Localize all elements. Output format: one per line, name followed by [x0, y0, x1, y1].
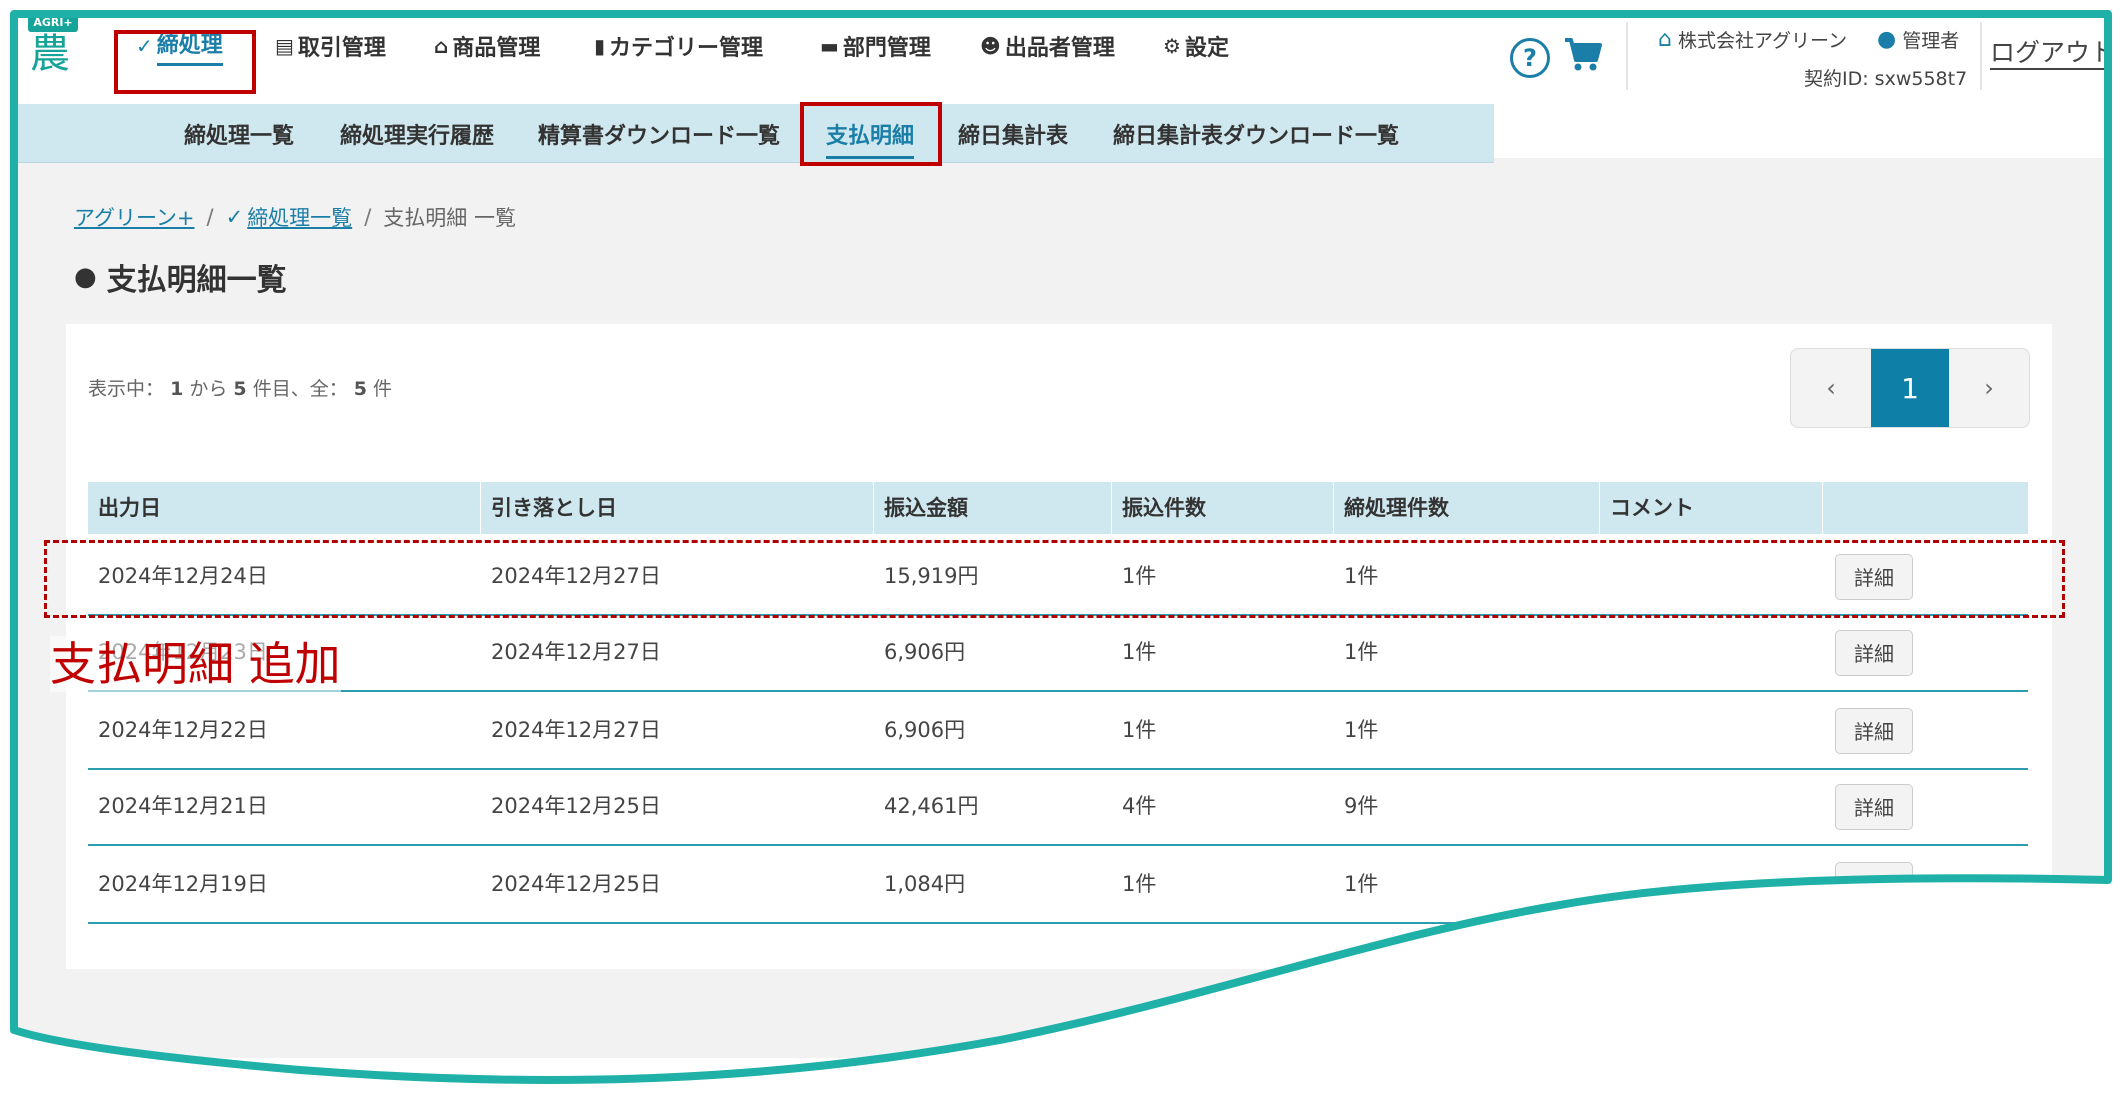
frame-outline [10, 10, 2112, 1084]
